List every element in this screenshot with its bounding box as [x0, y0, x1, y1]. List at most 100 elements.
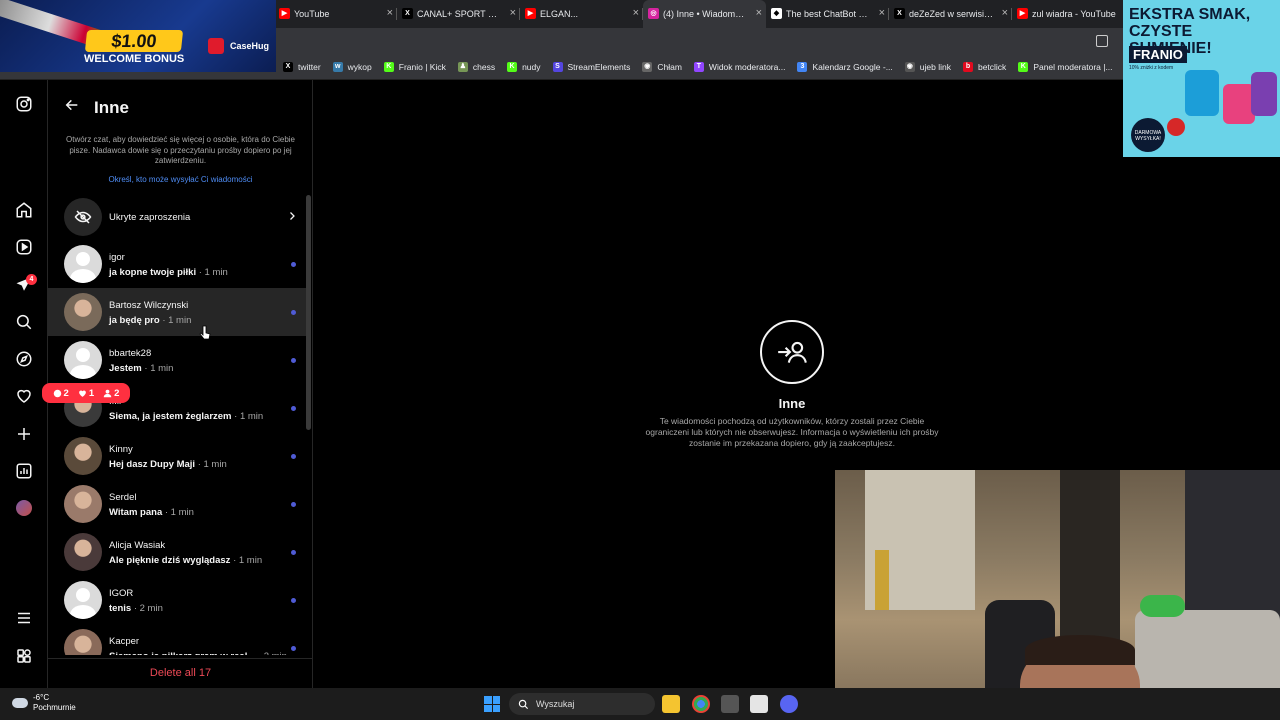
tab-label: The best ChatBot an... — [786, 9, 871, 19]
tab-close-icon[interactable]: × — [1002, 7, 1008, 19]
discord-icon[interactable] — [780, 695, 798, 713]
bookmark-item[interactable]: K Franio | Kick — [383, 61, 446, 72]
browser-tab[interactable]: ▶ YouTube × — [274, 0, 397, 28]
bookmark-label: wykop — [347, 61, 372, 72]
ad-welcome-text: WELCOME BONUS — [84, 53, 185, 65]
chrome-icon[interactable] — [692, 695, 710, 713]
comment-icon — [53, 389, 61, 397]
bookmark-item[interactable]: ◉ ujeb link — [904, 61, 951, 72]
hidden-requests-row[interactable]: Ukryte zaproszenia — [48, 198, 308, 236]
windows-start-icon[interactable] — [484, 696, 500, 712]
bookmark-favicon-icon: w — [332, 61, 343, 72]
bookmark-label: Widok moderatora... — [708, 61, 786, 72]
panel-title: Inne — [94, 98, 129, 117]
activity-notification-pill[interactable]: 2 1 2 — [42, 383, 130, 403]
bookmark-item[interactable]: w wykop — [332, 61, 372, 72]
product-can-blue — [1185, 70, 1219, 116]
tab-close-icon[interactable]: × — [633, 7, 639, 19]
weather-widget[interactable]: -6°C Pochmurnie — [12, 693, 76, 713]
bookmark-label: StreamElements — [567, 61, 631, 72]
main-description: Te wiadomości pochodzą od użytkowników, … — [645, 416, 939, 448]
bookmark-item[interactable]: ♟ chess — [457, 61, 496, 72]
ad-discount: 10% zniżki z kodem — [1129, 65, 1174, 71]
weather-condition: Pochmurnie — [33, 703, 76, 712]
request-row[interactable]: igor ja kopne twoje piłki · 1 min — [48, 240, 308, 288]
casehug-ad-banner[interactable]: $1.00 WELCOME BONUS CaseHug — [0, 0, 276, 72]
user-avatar — [64, 293, 102, 331]
download-icon[interactable] — [1096, 35, 1108, 47]
request-time: · 1 min — [144, 363, 174, 374]
unread-dot — [291, 550, 296, 555]
franio-ad-banner[interactable]: EKSTRA SMAK, CZYSTE SUMIENIE! FRANIO 10%… — [1123, 0, 1280, 157]
delete-all-button[interactable]: Delete all 17 — [48, 658, 313, 688]
who-can-message-link[interactable]: Określ, kto może wysyłać Ci wiadomości — [63, 175, 298, 184]
request-time: · 1 min — [197, 459, 227, 470]
menu-icon[interactable] — [14, 608, 34, 628]
request-sender-name: Bartosz Wilczynski — [109, 300, 189, 311]
browser-tab[interactable]: ▶ ELGAN... × — [520, 0, 643, 28]
home-icon[interactable] — [14, 200, 34, 220]
browser-tab[interactable]: X CANAL+ SPORT w se... × — [397, 0, 520, 28]
bookmark-item[interactable]: S StreamElements — [552, 61, 631, 72]
list-scrollbar[interactable] — [306, 195, 311, 430]
create-icon[interactable] — [14, 424, 34, 444]
back-arrow-icon[interactable] — [64, 97, 80, 118]
reels-icon[interactable] — [14, 237, 34, 257]
request-row[interactable]: Serdel Witam pana · 1 min — [48, 480, 308, 528]
tab-label: YouTube — [294, 9, 330, 19]
browser-tab[interactable]: ◎ (4) Inne • Wiadomości × — [643, 0, 766, 28]
search-icon[interactable] — [14, 312, 34, 332]
bookmark-favicon-icon: K — [383, 61, 394, 72]
browser-tab[interactable]: ◆ The best ChatBot an... × — [766, 0, 889, 28]
tab-close-icon[interactable]: × — [879, 7, 885, 19]
request-row[interactable]: Alicja Wasiak Ale pięknie dziś wyglądasz … — [48, 528, 308, 576]
notification-count-badge: 4 — [26, 274, 37, 285]
bookmark-item[interactable]: T Widok moderatora... — [693, 61, 786, 72]
profile-icon[interactable] — [14, 498, 34, 518]
instagram-icon[interactable] — [14, 94, 34, 114]
heart-icon[interactable] — [14, 386, 34, 406]
bookmark-item[interactable]: ◉ Chłam — [642, 61, 682, 72]
tab-close-icon[interactable]: × — [387, 7, 393, 19]
trophy — [875, 550, 889, 610]
bookmark-favicon-icon: X — [283, 61, 293, 72]
request-row[interactable]: IGOR tenis · 2 min — [48, 576, 308, 624]
fruit-graphic — [1167, 118, 1185, 136]
screen: Kpa... ck Stream - W...×▶Chciał zrobić d… — [0, 0, 1280, 720]
bookmark-label: chess — [472, 61, 496, 72]
panel-description: Otwórz czat, aby dowiedzieć się więcej o… — [66, 135, 295, 165]
chevron-right-icon — [286, 209, 298, 228]
bookmark-favicon-icon: K — [1018, 61, 1029, 72]
request-sender-name: igor — [109, 252, 125, 263]
bookmark-item[interactable]: 3 Kalendarz Google -... — [797, 61, 893, 72]
bookmark-label: ujeb link — [919, 61, 951, 72]
app-icon-2[interactable] — [750, 695, 768, 713]
request-row[interactable]: bbartek28 Jestem · 1 min — [48, 336, 308, 384]
dashboard-icon[interactable] — [14, 461, 34, 481]
bookmark-item[interactable]: Xtwitter — [283, 61, 321, 72]
request-sender-name: Kacper — [109, 636, 140, 647]
request-message-preview: Hej dasz Dupy Maji · 1 min — [109, 459, 227, 470]
app-icon[interactable] — [721, 695, 739, 713]
like-count: 1 — [78, 388, 94, 399]
bookmark-item[interactable]: Knudy — [507, 61, 541, 72]
bookmark-item[interactable]: b betclick — [962, 61, 1006, 72]
request-row[interactable]: Kacper Siemano ja piłkarz gram w real... … — [48, 624, 308, 655]
file-explorer-icon[interactable] — [662, 695, 680, 713]
browser-tab[interactable]: XdeZeZed w serwisie X × — [889, 0, 1012, 28]
meta-icon[interactable] — [14, 646, 34, 666]
request-row[interactable]: Bartosz Wilczynski ja będę pro · 1 min — [48, 288, 308, 336]
bookmark-label: nudy — [522, 61, 541, 72]
user-avatar — [64, 437, 102, 475]
tab-label: ELGAN... — [540, 9, 579, 19]
taskbar-search[interactable]: Wyszukaj — [509, 693, 655, 715]
bookmark-item[interactable]: K Panel moderatora |... — [1018, 61, 1113, 72]
tab-close-icon[interactable]: × — [756, 7, 762, 19]
request-row[interactable]: Kinny Hej dasz Dupy Maji · 1 min — [48, 432, 308, 480]
bookmark-favicon-icon: ◉ — [904, 61, 915, 72]
mouse-cursor-icon — [199, 325, 211, 346]
bookmark-label: twitter — [298, 61, 321, 72]
explore-icon[interactable] — [14, 349, 34, 369]
browser-tab[interactable]: ▶zul wiadra - YouTube× — [1012, 0, 1135, 28]
tab-close-icon[interactable]: × — [510, 7, 516, 19]
